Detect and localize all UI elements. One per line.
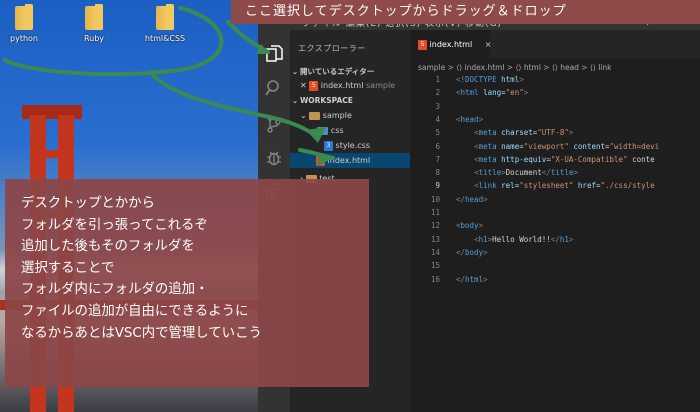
tree-label: sample — [322, 111, 352, 120]
code-line[interactable]: <title>Document</title> — [456, 168, 578, 177]
tree-file-index-html[interactable]: 5 index.html — [290, 153, 410, 168]
line-number: 3 — [435, 101, 440, 111]
folder-icon — [13, 4, 35, 32]
code-line[interactable]: <head> — [456, 115, 483, 124]
html-file-icon: 5 — [418, 39, 427, 50]
note-line: 追加した後もそのフォルダを — [21, 239, 195, 255]
note-line: フォルダ内にフォルダの追加・ — [21, 282, 209, 298]
folder-icon — [309, 111, 321, 120]
line-number: 1 — [435, 75, 440, 84]
open-editor-item[interactable]: ✕ 5 index.html sample — [290, 78, 410, 93]
chevron-down-icon: ⌄ — [291, 67, 299, 76]
code-line[interactable]: <link rel="stylesheet" href="./css/style — [456, 181, 655, 190]
line-number: 2 — [435, 88, 440, 98]
chevron-down-icon: ⌄ — [300, 111, 307, 120]
breadcrumb[interactable]: sample > ⟨⟩ index.html > ⟨⟩ html > ⟨⟩ he… — [418, 63, 611, 72]
line-number: 16 — [430, 274, 440, 284]
annotation-banner: ここ選択してデスクトップからドラッグ＆ドロップ — [231, 0, 700, 24]
source-control-icon[interactable] — [264, 114, 284, 134]
line-number: 12 — [430, 221, 440, 231]
chevron-down-icon: ⌄ — [308, 126, 315, 135]
debug-icon[interactable] — [264, 148, 284, 168]
tree-folder-sample[interactable]: ⌄ sample — [290, 108, 410, 123]
code-line[interactable]: <h1>Hello World!!</h1> — [456, 235, 573, 244]
line-number: 11 — [430, 208, 440, 217]
note-line: デスクトップとかから — [21, 196, 155, 211]
desktop-folder-label: python — [10, 34, 38, 43]
close-icon[interactable]: ✕ — [300, 81, 307, 90]
note-line: 選択することで — [21, 260, 115, 276]
line-number: 9 — [435, 181, 440, 191]
tree-file-style-css[interactable]: 3 style.css — [290, 138, 410, 153]
line-number: 4 — [435, 114, 440, 124]
code-editor: 5 index.html × sample > ⟨⟩ index.html > … — [410, 30, 700, 412]
code-line[interactable]: <html lang="en"> — [456, 88, 528, 97]
desktop-folder-html-css[interactable]: html&CSS — [135, 4, 195, 43]
css-file-icon: 3 — [324, 140, 333, 151]
line-number: 8 — [435, 168, 440, 178]
code-line[interactable]: <!DOCTYPE html> — [456, 75, 524, 84]
open-editors-label: 開いているエディター — [300, 67, 375, 76]
line-number: 10 — [430, 194, 440, 204]
folder-icon — [317, 126, 329, 135]
editor-tabs: 5 index.html × — [410, 30, 700, 58]
code-line[interactable]: <meta name="viewport" content="width=dev… — [456, 142, 659, 151]
desktop-folder-label: html&CSS — [144, 34, 186, 43]
code-line[interactable]: </head> — [456, 195, 488, 204]
line-number: 15 — [430, 261, 440, 271]
desktop-folder-ruby[interactable]: Ruby — [64, 4, 124, 43]
code-line[interactable]: <meta http-equiv="X-UA-Compatible" conte — [456, 155, 655, 164]
desktop-folder-label: Ruby — [83, 34, 105, 43]
code-line[interactable]: <body> — [456, 221, 483, 230]
tree-label: css — [330, 126, 344, 135]
desktop-folder-python[interactable]: python — [0, 4, 54, 43]
code-line[interactable]: </html> — [456, 275, 488, 284]
explorer-icon[interactable] — [264, 44, 284, 64]
tree-label: index.html — [327, 156, 371, 165]
html-file-icon: 5 — [309, 80, 319, 91]
tab-index-html[interactable]: 5 index.html × — [410, 30, 492, 58]
tab-label: index.html — [429, 40, 473, 49]
folder-icon — [83, 4, 105, 32]
explorer-title: エクスプローラー — [298, 44, 366, 53]
line-number: 13 — [430, 234, 440, 244]
note-line: ファイルの追加が自由にできるように — [21, 303, 249, 319]
code-line[interactable]: <meta charset="UTF-8"> — [456, 128, 573, 137]
search-icon[interactable] — [264, 78, 284, 98]
folder-icon — [154, 4, 176, 32]
open-editor-filename: index.html — [320, 81, 364, 90]
line-number: 14 — [430, 247, 440, 257]
annotation-note: デスクトップとかから フォルダを引っ張ってこれるぞ 追加した後もそのフォルダを … — [5, 179, 369, 387]
workspace-label: WORKSPACE — [300, 96, 353, 105]
bridge-beam — [30, 150, 74, 158]
line-number: 5 — [435, 128, 440, 138]
note-line: フォルダを引っ張ってこれるぞ — [21, 217, 208, 233]
tree-label: style.css — [335, 141, 371, 150]
html-file-icon: 5 — [316, 155, 325, 166]
note-line: なるからあとはVSC内で管理していこう — [21, 325, 262, 341]
tree-folder-css[interactable]: ⌄ css — [290, 123, 410, 138]
line-number: 7 — [435, 154, 440, 164]
chevron-down-icon: ⌄ — [291, 96, 299, 105]
code-line[interactable]: </body> — [456, 248, 488, 257]
line-number: 6 — [435, 141, 440, 151]
open-editor-dir: sample — [366, 81, 396, 90]
close-icon[interactable]: × — [485, 40, 492, 49]
